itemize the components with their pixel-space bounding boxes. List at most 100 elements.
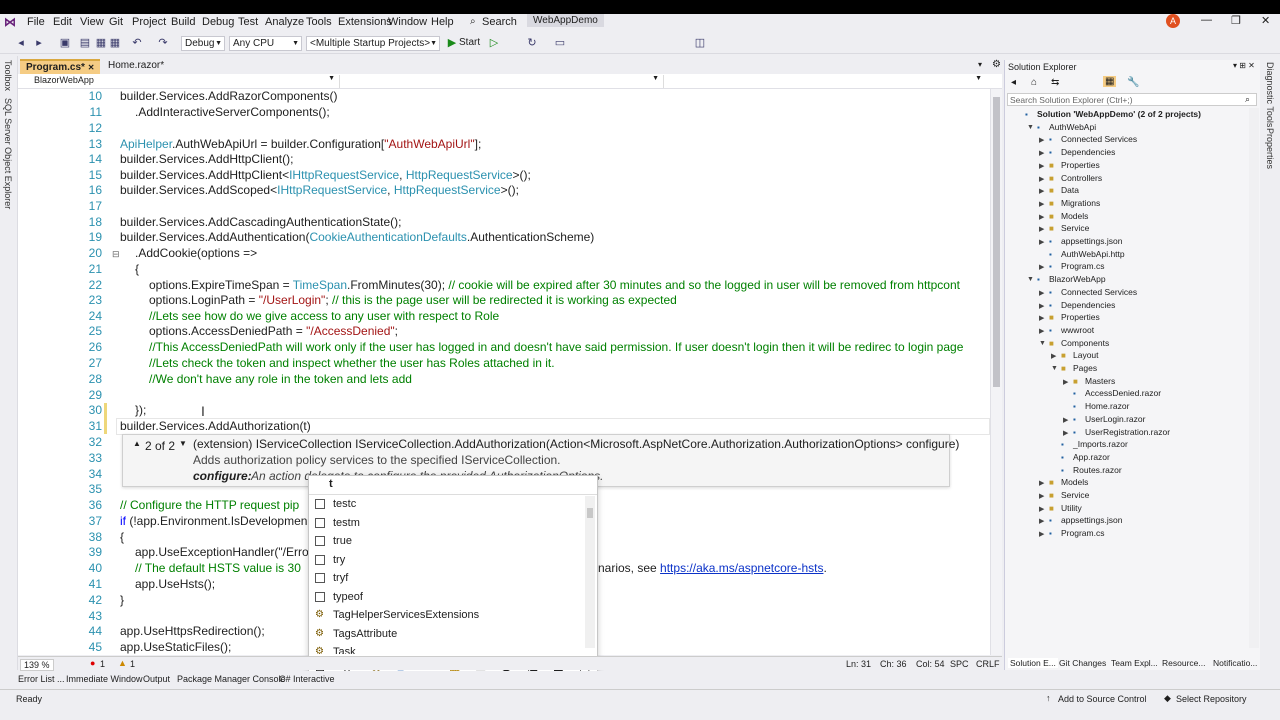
se-item[interactable]: AuthWebApi.http — [1061, 249, 1125, 259]
collapsed-arrow-icon[interactable]: ▶ — [1039, 327, 1044, 335]
collapsed-arrow-icon[interactable]: ▶ — [1039, 314, 1044, 322]
layout-icon[interactable]: ▭ — [553, 36, 567, 50]
completion-item[interactable]: testc — [313, 495, 577, 513]
forward-icon[interactable]: ▸ — [32, 36, 46, 50]
error-icon[interactable]: ● — [90, 658, 95, 668]
se-show-all-icon[interactable]: ▦ — [1103, 76, 1117, 87]
se-scrollbar[interactable] — [1249, 108, 1259, 648]
expanded-arrow-icon[interactable]: ▼ — [1039, 340, 1046, 347]
collapsed-arrow-icon[interactable]: ▶ — [1039, 225, 1044, 233]
zoom-level[interactable]: 139 % — [20, 659, 54, 671]
tab-close-icon[interactable]: ✕ — [88, 63, 95, 72]
collapsed-arrow-icon[interactable]: ▶ — [1039, 187, 1044, 195]
se-properties-icon[interactable]: 🔧 — [1127, 77, 1139, 88]
se-item[interactable]: Components — [1061, 338, 1109, 348]
collapsed-arrow-icon[interactable]: ▶ — [1039, 263, 1044, 271]
up-arrow-icon[interactable]: ▲ — [133, 439, 141, 448]
settings-icon[interactable]: ⚙ — [992, 59, 1001, 70]
se-item[interactable]: Masters — [1085, 376, 1115, 386]
warning-icon[interactable]: ▲ — [118, 658, 127, 668]
se-bottom-tab[interactable]: Solution E... — [1008, 658, 1058, 668]
menu-item-help[interactable]: Help — [431, 16, 454, 28]
se-item[interactable]: Dependencies — [1061, 147, 1115, 157]
se-sync-icon[interactable]: ⇆ — [1051, 77, 1059, 88]
select-repository[interactable]: Select Repository — [1176, 694, 1247, 704]
bottom-tab[interactable]: Immediate Window — [66, 674, 143, 684]
completion-item[interactable]: ⚙ Task — [313, 643, 577, 654]
collapsed-arrow-icon[interactable]: ▶ — [1039, 149, 1044, 157]
se-item[interactable]: AccessDenied.razor — [1085, 388, 1161, 398]
se-item[interactable]: Properties — [1061, 160, 1100, 170]
se-item[interactable]: appsettings.json — [1061, 515, 1122, 525]
menu-item-build[interactable]: Build — [171, 16, 195, 28]
bottom-tab[interactable]: C# Interactive — [279, 674, 335, 684]
se-item[interactable]: Utility — [1061, 503, 1082, 513]
menu-item-git[interactable]: Git — [109, 16, 123, 28]
save-icon[interactable]: ▦ — [94, 36, 108, 50]
se-item[interactable]: Properties — [1061, 312, 1100, 322]
collapsed-arrow-icon[interactable]: ▶ — [1063, 429, 1068, 437]
menu-item-edit[interactable]: Edit — [53, 16, 72, 28]
se-search[interactable]: Search Solution Explorer (Ctrl+;) ⌕ — [1007, 93, 1257, 106]
se-bottom-tab[interactable]: Resource... — [1162, 658, 1205, 668]
se-bottom-tab[interactable]: Notificatio... — [1213, 658, 1257, 668]
se-pin-icon[interactable]: ▾ ⊞ ✕ — [1233, 61, 1255, 70]
diagnostic-tools-tab[interactable]: Diagnostic Tools — [1265, 62, 1275, 127]
se-item[interactable]: Connected Services — [1061, 134, 1137, 144]
collapsed-arrow-icon[interactable]: ▶ — [1039, 479, 1044, 487]
se-item[interactable]: Solution 'WebAppDemo' (2 of 2 projects) — [1037, 109, 1201, 119]
completion-item[interactable]: ⚙ TagHelperServicesExtensions — [313, 606, 577, 624]
toolbox-tab[interactable]: Toolbox — [3, 60, 13, 91]
collapse-toggle-icon[interactable]: ⊟ — [112, 249, 120, 260]
se-item[interactable]: Service — [1061, 490, 1089, 500]
se-item[interactable]: Program.cs — [1061, 528, 1104, 538]
se-item[interactable]: Models — [1061, 477, 1088, 487]
expanded-arrow-icon[interactable]: ▼ — [1051, 365, 1058, 372]
se-item[interactable]: Service — [1061, 223, 1089, 233]
se-item[interactable]: Home.razor — [1085, 401, 1129, 411]
collapsed-arrow-icon[interactable]: ▶ — [1039, 289, 1044, 297]
se-item[interactable]: wwwroot — [1061, 325, 1094, 335]
type-nav-combo[interactable]: ▼ — [342, 75, 664, 88]
tab-home-razor[interactable]: Home.razor* — [102, 59, 170, 74]
collapsed-arrow-icon[interactable]: ▶ — [1039, 505, 1044, 513]
refresh-icon[interactable]: ↻ — [525, 36, 539, 50]
line-ending[interactable]: CRLF — [976, 659, 1000, 669]
hsts-link[interactable]: https://aka.ms/aspnetcore-hsts — [660, 561, 823, 575]
collapsed-arrow-icon[interactable]: ▶ — [1039, 517, 1044, 525]
se-search-icon[interactable]: ⌕ — [1245, 94, 1250, 105]
completion-item[interactable]: try — [313, 551, 577, 569]
se-bottom-tab[interactable]: Git Changes — [1059, 658, 1106, 668]
collapsed-arrow-icon[interactable]: ▶ — [1039, 238, 1044, 246]
se-back-icon[interactable]: ◂ — [1011, 77, 1016, 88]
undo-icon[interactable]: ↶ — [130, 36, 144, 50]
maximize-button[interactable]: ❐ — [1231, 14, 1241, 27]
error-count[interactable]: 1 — [100, 659, 105, 669]
sql-explorer-tab[interactable]: SQL Server Object Explorer — [3, 98, 13, 209]
redo-icon[interactable]: ↷ — [156, 36, 170, 50]
completion-item[interactable]: testm — [313, 514, 577, 532]
start-label[interactable]: Start — [459, 37, 480, 48]
completion-scrollbar[interactable] — [585, 496, 595, 648]
save-all-icon[interactable]: ▦ — [108, 36, 122, 50]
collapsed-arrow-icon[interactable]: ▶ — [1039, 530, 1044, 538]
new-item-icon[interactable]: ▣ — [58, 36, 72, 50]
se-item[interactable]: Layout — [1073, 350, 1099, 360]
collapsed-arrow-icon[interactable]: ▶ — [1063, 416, 1068, 424]
back-icon[interactable]: ◂ — [14, 36, 28, 50]
se-item[interactable]: Data — [1061, 185, 1079, 195]
bottom-tab[interactable]: Package Manager Console — [177, 674, 286, 684]
collapsed-arrow-icon[interactable]: ▶ — [1039, 492, 1044, 500]
tab-program-cs[interactable]: Program.cs* ✕ — [20, 59, 101, 74]
collapsed-arrow-icon[interactable]: ▶ — [1039, 200, 1044, 208]
se-item[interactable]: AuthWebApi — [1049, 122, 1096, 132]
warning-count[interactable]: 1 — [130, 659, 135, 669]
menu-item-test[interactable]: Test — [238, 16, 258, 28]
collapsed-arrow-icon[interactable]: ▶ — [1063, 378, 1068, 386]
expanded-arrow-icon[interactable]: ▼ — [1027, 276, 1034, 283]
bottom-tab[interactable]: Output — [143, 674, 170, 684]
config-select[interactable]: Debug ▼ — [181, 36, 225, 51]
menu-item-window[interactable]: Window — [388, 16, 427, 28]
se-item[interactable]: UserLogin.razor — [1085, 414, 1145, 424]
expanded-arrow-icon[interactable]: ▼ — [1027, 124, 1034, 131]
